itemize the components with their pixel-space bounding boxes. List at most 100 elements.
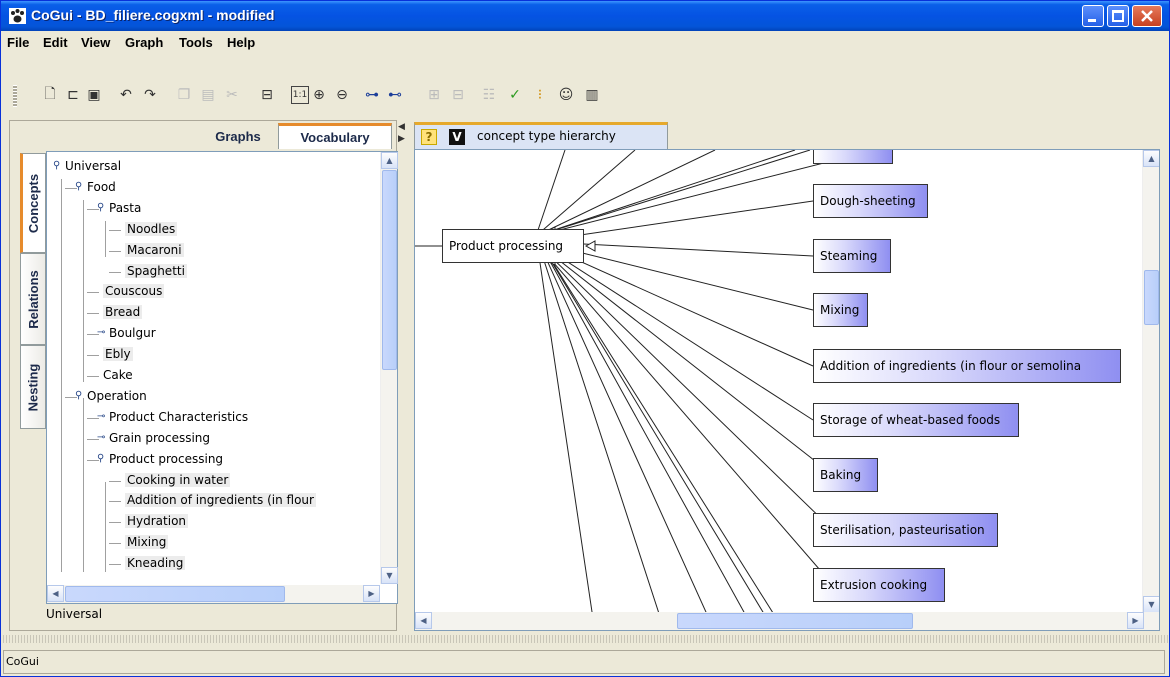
- root-concept-node[interactable]: Product processing: [442, 229, 584, 263]
- align-icon[interactable]: ☷: [480, 86, 498, 104]
- hierarchy-canvas[interactable]: Product processing Dough-sheeting Steaming…: [414, 149, 1160, 631]
- canvas-scroll-down-button[interactable]: ▼: [1143, 596, 1159, 613]
- tree-node[interactable]: Kneading: [125, 556, 186, 571]
- expanded-handle-icon[interactable]: ⚲: [75, 181, 83, 192]
- expanded-handle-icon[interactable]: ⚲: [53, 160, 61, 171]
- canvas-horizontal-scrollbar[interactable]: ◀ ▶: [415, 612, 1159, 630]
- cut-icon[interactable]: ✂: [223, 86, 241, 104]
- open-icon[interactable]: ⊏: [64, 86, 82, 104]
- tab-concepts[interactable]: Concepts: [20, 153, 46, 253]
- comment-icon[interactable]: ☺: [557, 86, 575, 104]
- tab-nesting[interactable]: Nesting: [20, 345, 46, 429]
- close-button[interactable]: [1132, 5, 1162, 27]
- menu-help[interactable]: Help: [227, 35, 255, 50]
- tree-node[interactable]: Universal: [65, 159, 121, 173]
- scroll-thumb[interactable]: [382, 170, 397, 370]
- expanded-handle-icon[interactable]: ⚲: [75, 390, 83, 401]
- title-bar[interactable]: CoGui - BD_filiere.cogxml - modified: [1, 1, 1169, 31]
- hierarchy-layout-icon[interactable]: ⊷: [386, 86, 404, 104]
- paste-icon[interactable]: ▤: [199, 86, 217, 104]
- check-icon[interactable]: ✓: [506, 86, 524, 104]
- hscroll-thumb[interactable]: [65, 586, 285, 602]
- tab-concept-type-hierarchy[interactable]: ? V concept type hierarchy: [414, 122, 668, 149]
- tree-node[interactable]: Food: [87, 180, 116, 194]
- tree-node[interactable]: Ebly: [103, 347, 133, 362]
- canvas-scroll-left-button[interactable]: ◀: [415, 612, 432, 629]
- tree-vertical-scrollbar[interactable]: ▲ ▼: [380, 152, 398, 584]
- scroll-down-button[interactable]: ▼: [381, 567, 398, 584]
- collapse-left-icon[interactable]: ◀: [398, 122, 405, 132]
- menu-file[interactable]: File: [7, 35, 29, 50]
- concept-node[interactable]: Storage of wheat-based foods: [813, 403, 1019, 437]
- tree-node[interactable]: Spaghetti: [125, 263, 187, 278]
- zoom-in-icon[interactable]: ⊕: [310, 86, 328, 104]
- concept-node[interactable]: Extrusion cooking: [813, 568, 945, 602]
- canvas-vertical-scrollbar[interactable]: ▲ ▼: [1142, 150, 1159, 613]
- tree-node[interactable]: Operation: [87, 389, 147, 403]
- help-icon[interactable]: ?: [421, 129, 437, 145]
- zoom-reset-icon[interactable]: 1:1: [291, 86, 309, 104]
- tree-node[interactable]: Cake: [103, 368, 133, 382]
- tree-node[interactable]: Pasta: [109, 201, 141, 215]
- canvas-scroll-right-button[interactable]: ▶: [1127, 612, 1144, 629]
- hierarchy-edge: [535, 235, 785, 630]
- menu-edit[interactable]: Edit: [43, 35, 68, 50]
- redo-icon[interactable]: ↷: [141, 86, 159, 104]
- tree-node[interactable]: Boulgur: [109, 326, 156, 340]
- tree-node[interactable]: Product processing: [109, 452, 223, 466]
- tree-node[interactable]: Bread: [103, 305, 143, 320]
- canvas-scroll-up-button[interactable]: ▲: [1143, 150, 1159, 167]
- tree-node[interactable]: Grain processing: [109, 431, 210, 445]
- expand-right-icon[interactable]: ▶: [398, 134, 405, 144]
- document-icon[interactable]: ▥: [583, 86, 601, 104]
- canvas-scroll-thumb[interactable]: [1144, 270, 1159, 325]
- save-icon[interactable]: ▣: [85, 86, 103, 104]
- horizontal-splitter[interactable]: [1, 635, 1169, 643]
- tree-node[interactable]: Addition of ingredients (in flour: [125, 493, 316, 508]
- tab-graphs[interactable]: Graphs: [200, 123, 276, 149]
- maximize-button[interactable]: [1107, 5, 1129, 27]
- expanded-handle-icon[interactable]: ⚲: [97, 202, 105, 213]
- layout-icon[interactable]: ⊟: [258, 86, 276, 104]
- traffic-light-icon[interactable]: ⁝: [531, 86, 549, 104]
- scroll-left-button[interactable]: ◀: [47, 585, 64, 602]
- concept-node[interactable]: Mixing: [813, 293, 868, 327]
- tree-node[interactable]: Cooking in water: [125, 472, 231, 487]
- tree-node[interactable]: Couscous: [103, 284, 165, 299]
- menu-graph[interactable]: Graph: [125, 35, 163, 50]
- concept-tree[interactable]: ⚲ Universal ⚲ Food ⚲ Pasta Noodles Macaroni Spag…: [47, 152, 373, 584]
- tree-node[interactable]: Mixing: [125, 535, 169, 550]
- concept-node[interactable]: Dough-sheeting: [813, 184, 928, 218]
- scroll-up-button[interactable]: ▲: [381, 152, 398, 169]
- ungroup-icon[interactable]: ⊟: [449, 86, 467, 104]
- undo-icon[interactable]: ↶: [117, 86, 135, 104]
- menu-tools[interactable]: Tools: [179, 35, 213, 50]
- copy-icon[interactable]: ❐: [175, 86, 193, 104]
- concept-node[interactable]: Addition of ingredients (in flour or sem…: [813, 349, 1121, 383]
- collapsed-handle-icon[interactable]: ⊸: [97, 432, 105, 443]
- concept-node[interactable]: Steaming: [813, 239, 891, 273]
- menu-view[interactable]: View: [81, 35, 110, 50]
- tree-node[interactable]: Macaroni: [125, 242, 184, 257]
- tree-horizontal-scrollbar[interactable]: ◀ ▶: [47, 585, 380, 603]
- tree-node[interactable]: Hydration: [125, 514, 189, 529]
- collapsed-handle-icon[interactable]: ⊸: [97, 327, 105, 338]
- hierarchy-edge: [535, 150, 796, 237]
- tree-node[interactable]: Noodles: [125, 221, 178, 236]
- tab-relations[interactable]: Relations: [20, 253, 46, 345]
- tree-layout-icon[interactable]: ⊶: [363, 86, 381, 104]
- expanded-handle-icon[interactable]: ⚲: [97, 453, 105, 464]
- concept-node[interactable]: Baking: [813, 458, 878, 492]
- tree-node[interactable]: Product Characteristics: [109, 410, 248, 424]
- canvas-hscroll-thumb[interactable]: [677, 613, 913, 629]
- new-file-icon[interactable]: 🗋: [41, 86, 59, 104]
- concept-node[interactable]: Sterilisation, pasteurisation: [813, 513, 998, 547]
- group-icon[interactable]: ⊞: [425, 86, 443, 104]
- minimize-button[interactable]: [1082, 5, 1104, 27]
- partial-concept-node[interactable]: [813, 150, 893, 164]
- zoom-out-icon[interactable]: ⊖: [333, 86, 351, 104]
- scroll-right-button[interactable]: ▶: [363, 585, 380, 602]
- collapsed-handle-icon[interactable]: ⊸: [97, 411, 105, 422]
- tab-vocabulary[interactable]: Vocabulary: [278, 123, 392, 149]
- toolbar-grip[interactable]: [13, 85, 17, 107]
